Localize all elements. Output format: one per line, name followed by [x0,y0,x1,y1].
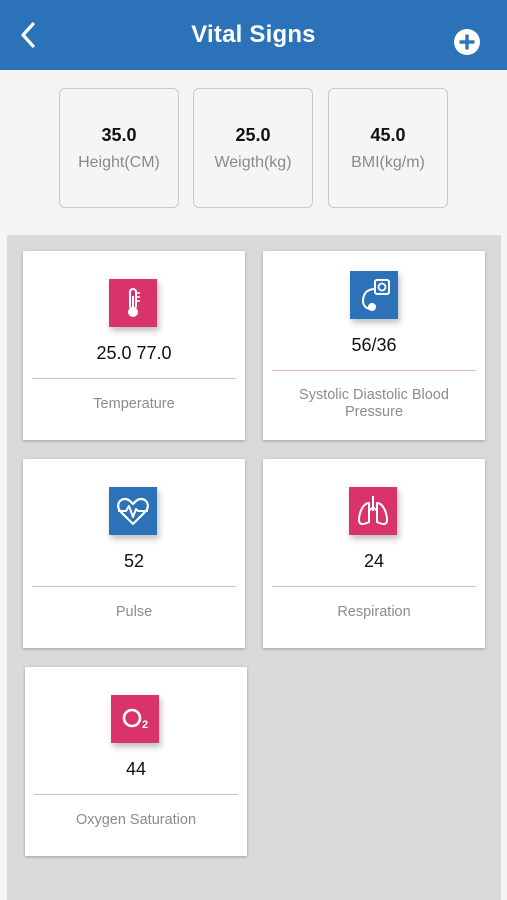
weight-metric[interactable]: 25.0 Weigth(kg) [193,88,313,208]
bmi-metric[interactable]: 45.0 BMI(kg/m) [328,88,448,208]
pulse-card[interactable]: 52 Pulse [23,459,245,648]
blood-pressure-card[interactable]: 56/36 Systolic Diastolic Blood Pressure [263,251,485,440]
oxygen-saturation-value: 44 [125,759,147,779]
app-header: Vital Signs [0,0,507,70]
divider [272,370,476,371]
svg-text:2: 2 [142,719,148,731]
bmi-value: 45.0 [370,125,406,145]
temperature-label: Temperature [93,396,175,412]
divider [32,378,236,379]
temperature-card[interactable]: 25.0 77.0 Temperature [23,251,245,440]
pulse-value: 52 [123,551,145,571]
respiration-label: Respiration [337,604,411,620]
divider [34,794,238,795]
height-metric[interactable]: 35.0 Height(CM) [59,88,179,208]
height-value: 35.0 [101,125,137,145]
divider [32,586,236,587]
height-label: Height(CM) [78,154,160,171]
bmi-label: BMI(kg/m) [351,154,425,171]
thermometer-icon [109,279,157,327]
plus-circle-icon [459,34,475,50]
page-title: Vital Signs [191,21,316,48]
oxygen-saturation-card[interactable]: 2 44 Oxygen Saturation [25,667,247,856]
weight-label: Weigth(kg) [214,154,292,171]
pulse-label: Pulse [115,604,153,620]
heart-pulse-icon [109,487,157,535]
blood-pressure-value: 56/36 [351,335,397,355]
oxygen-saturation-label: Oxygen Saturation [75,812,197,828]
divider [272,586,476,587]
vitals-panel: 25.0 77.0 Temperature 56/36 Systolic Dia… [7,235,501,900]
add-vital-button[interactable] [454,29,480,55]
weight-value: 25.0 [235,125,271,145]
respiration-card[interactable]: 24 Respiration [263,459,485,648]
blood-pressure-icon [350,271,398,319]
lungs-icon [349,487,397,535]
blood-pressure-label: Systolic Diastolic Blood Pressure [299,387,449,420]
temperature-value: 25.0 77.0 [96,343,172,363]
respiration-value: 24 [363,551,385,571]
oxygen-icon: 2 [111,695,159,743]
